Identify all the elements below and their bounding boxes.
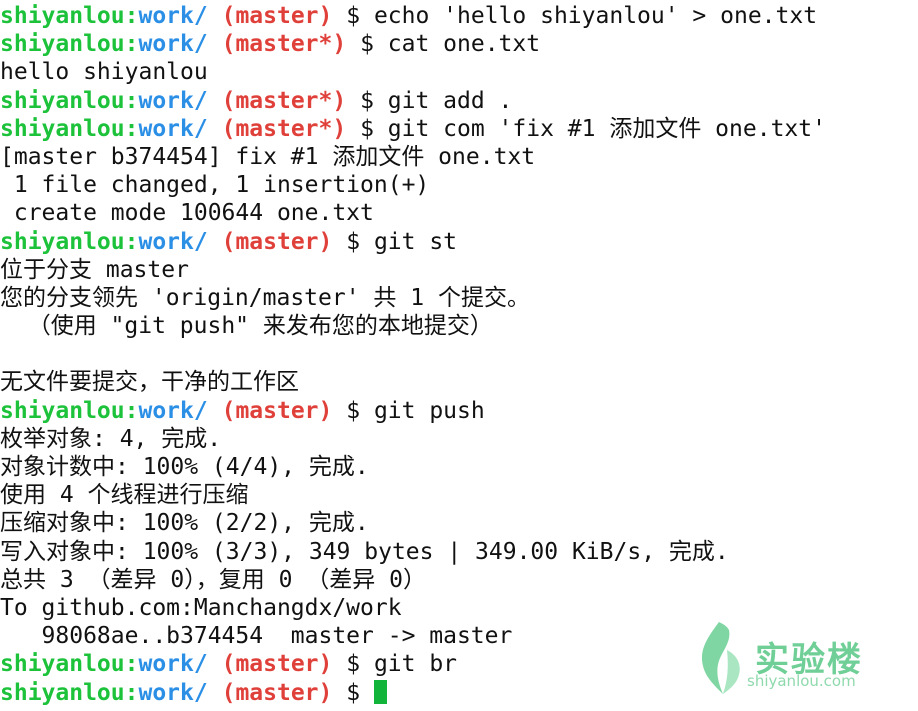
prompt-branch: (master*) [221, 31, 347, 58]
command-text: git br [360, 651, 458, 678]
command-text: git st [360, 228, 458, 255]
output-line: [master b374454] fix #1 添加文件 one.txt [0, 143, 536, 170]
prompt-path: work/ [138, 679, 208, 706]
prompt-user: shiyanlou [0, 651, 125, 678]
command-text: cat one.txt [373, 31, 541, 58]
prompt-user: shiyanlou [0, 679, 125, 706]
output-line: 位于分支 master [0, 256, 189, 283]
prompt-user: shiyanlou [0, 115, 125, 142]
watermark-url: shiyanlou.com [747, 672, 856, 690]
output-line: 对象计数中: 100% (4/4), 完成. [0, 454, 369, 480]
prompt-branch: (master) [221, 679, 333, 706]
prompt-path: work/ [138, 31, 208, 58]
prompt-user: shiyanlou [0, 228, 125, 255]
prompt-branch: (master) [221, 397, 333, 424]
prompt-dollar: $ [346, 3, 361, 29]
leaf-logo-icon [701, 622, 740, 694]
prompt-separator: : [124, 679, 139, 706]
output-line: hello shiyanlou [0, 59, 208, 86]
prompt-line: shiyanlou:work/ (master) $ git st [0, 228, 918, 256]
prompt-branch: (master) [221, 228, 333, 255]
prompt-line: shiyanlou:work/ (master*) $ cat one.txt [0, 30, 918, 58]
prompt-dollar: $ [360, 87, 374, 114]
prompt-path: work/ [138, 397, 208, 424]
prompt-separator: : [124, 115, 139, 142]
prompt-line: shiyanlou:work/ (master*) $ git com 'fix… [0, 115, 918, 143]
prompt-path: work/ [138, 228, 208, 255]
prompt-line: shiyanlou:work/ (master*) $ git add . [0, 87, 918, 115]
command-text: git com 'fix #1 添加文件 one.txt' [373, 115, 826, 142]
prompt-path: work/ [138, 87, 208, 114]
prompt-user: shiyanlou [0, 87, 125, 114]
terminal-output[interactable]: shiyanlou:work/ (master) $ echo 'hello s… [0, 0, 918, 711]
output-line: 您的分支领先 'origin/master' 共 1 个提交。 [0, 284, 530, 311]
prompt-branch: (master) [221, 3, 333, 29]
output-line: create mode 100644 one.txt [0, 200, 374, 227]
prompt-user: shiyanlou [0, 3, 125, 29]
text-cursor[interactable] [373, 679, 387, 704]
prompt-branch: (master*) [221, 87, 347, 114]
prompt-line: shiyanlou:work/ (master) $ git push [0, 397, 918, 425]
prompt-dollar: $ [360, 115, 374, 142]
prompt-line: shiyanlou:work/ (master) $ echo 'hello s… [0, 2, 918, 30]
prompt-dollar: $ [346, 397, 361, 424]
prompt-branch: (master) [221, 651, 333, 678]
prompt-user: shiyanlou [0, 31, 125, 58]
output-line: 无文件要提交，干净的工作区 [0, 369, 299, 396]
output-line: 枚举对象: 4, 完成. [0, 425, 222, 452]
output-line: 1 file changed, 1 insertion(+) [0, 172, 430, 199]
prompt-dollar: $ [346, 679, 361, 706]
prompt-path: work/ [138, 3, 208, 29]
prompt-user: shiyanlou [0, 397, 125, 424]
prompt-separator: : [124, 31, 139, 58]
shiyanlou-watermark: 实验楼 shiyanlou.com [697, 618, 872, 698]
output-line: 写入对象中: 100% (3/3), 349 bytes | 349.00 Ki… [0, 538, 729, 565]
prompt-separator: : [124, 397, 139, 424]
command-text: git add . [373, 87, 513, 114]
prompt-separator: : [124, 87, 139, 114]
prompt-dollar: $ [360, 31, 374, 58]
output-line: 压缩对象中: 100% (2/2), 完成. [0, 510, 369, 537]
command-text: git push [360, 397, 485, 424]
prompt-branch: (master*) [221, 115, 347, 142]
prompt-path: work/ [138, 651, 208, 678]
prompt-separator: : [124, 228, 139, 255]
command-text [360, 680, 374, 706]
prompt-path: work/ [138, 115, 208, 142]
output-line: 使用 4 个线程进行压缩 [0, 482, 249, 509]
output-line: （使用 "git push" 来发布您的本地提交） [0, 313, 493, 340]
output-line: 总共 3 （差异 0），复用 0 （差异 0） [0, 566, 426, 593]
prompt-separator: : [124, 651, 139, 678]
prompt-separator: : [124, 3, 139, 29]
prompt-dollar: $ [346, 651, 361, 678]
prompt-dollar: $ [346, 228, 361, 255]
command-text: echo 'hello shiyanlou' > one.txt [360, 3, 818, 29]
